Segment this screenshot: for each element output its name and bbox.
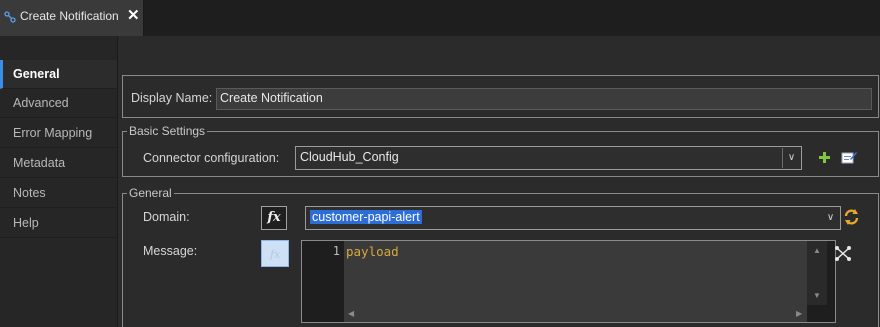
message-code-editor[interactable]: 1 payload ▲ ▼ ◀ ▶ <box>301 240 836 323</box>
code-area[interactable]: payload <box>344 241 807 305</box>
scroll-up-icon[interactable]: ▲ <box>813 246 821 255</box>
fx-expression-button[interactable]: fx <box>261 206 287 230</box>
sidebar-item-advanced[interactable]: Advanced <box>0 89 117 118</box>
sidebar-item-label: Notes <box>13 186 46 200</box>
sidebar-item-metadata[interactable]: Metadata <box>0 149 117 178</box>
display-name-input[interactable]: Create Notification <box>216 88 872 110</box>
sidebar-item-notes[interactable]: Notes <box>0 179 117 208</box>
close-icon[interactable]: ✕ <box>127 8 140 24</box>
svg-text:fx: fx <box>269 248 281 260</box>
domain-value: customer-papi-alert <box>310 210 422 224</box>
tab-create-notification[interactable]: Create Notification ✕ <box>0 0 144 36</box>
sidebar-item-label: Help <box>13 216 39 230</box>
edit-icon[interactable] <box>841 150 857 165</box>
sidebar: General Advanced Error Mapping Metadata … <box>0 36 118 327</box>
scroll-right-icon[interactable]: ▶ <box>796 309 802 318</box>
add-icon[interactable] <box>818 151 831 164</box>
line-number-gutter: 1 <box>302 241 344 305</box>
domain-input[interactable]: customer-papi-alert ∨ <box>305 206 841 230</box>
code-text: payload <box>346 244 399 259</box>
chevron-down-icon[interactable]: ∨ <box>822 208 839 228</box>
fx-icon: fx <box>269 248 281 260</box>
connector-configuration-select[interactable]: CloudHub_Config ∨ <box>295 146 802 170</box>
sidebar-item-help[interactable]: Help <box>0 209 117 238</box>
connector-configuration-label: Connector configuration: <box>143 151 280 165</box>
sidebar-item-label: General <box>13 67 60 81</box>
domain-label: Domain: <box>143 210 190 224</box>
refresh-icon[interactable] <box>843 208 860 226</box>
display-name-label: Display Name: <box>131 91 213 105</box>
horizontal-scrollbar[interactable]: ◀ ▶ <box>344 305 807 322</box>
sidebar-item-error-mapping[interactable]: Error Mapping <box>0 119 117 148</box>
sidebar-item-label: Advanced <box>13 96 69 110</box>
message-label: Message: <box>143 244 198 258</box>
fx-icon: fx <box>267 210 281 225</box>
sidebar-item-general[interactable]: General <box>0 60 117 89</box>
chevron-down-icon[interactable]: ∨ <box>782 148 800 168</box>
sidebar-item-label: Error Mapping <box>13 126 93 140</box>
basic-settings-legend: Basic Settings <box>129 124 206 138</box>
line-number: 1 <box>332 244 340 258</box>
tab-title: Create Notification <box>20 9 119 23</box>
connector-configuration-value: CloudHub_Config <box>300 150 399 164</box>
connector-icon <box>4 11 16 23</box>
vertical-scrollbar[interactable]: ▲ ▼ <box>807 241 827 305</box>
scroll-down-icon[interactable]: ▼ <box>813 291 821 300</box>
sidebar-item-label: Metadata <box>13 156 66 170</box>
expression-mode-button[interactable]: fx <box>261 240 289 267</box>
scroll-left-icon[interactable]: ◀ <box>348 309 354 318</box>
general-legend: General <box>129 186 172 200</box>
expand-editor-icon[interactable] <box>834 245 852 262</box>
